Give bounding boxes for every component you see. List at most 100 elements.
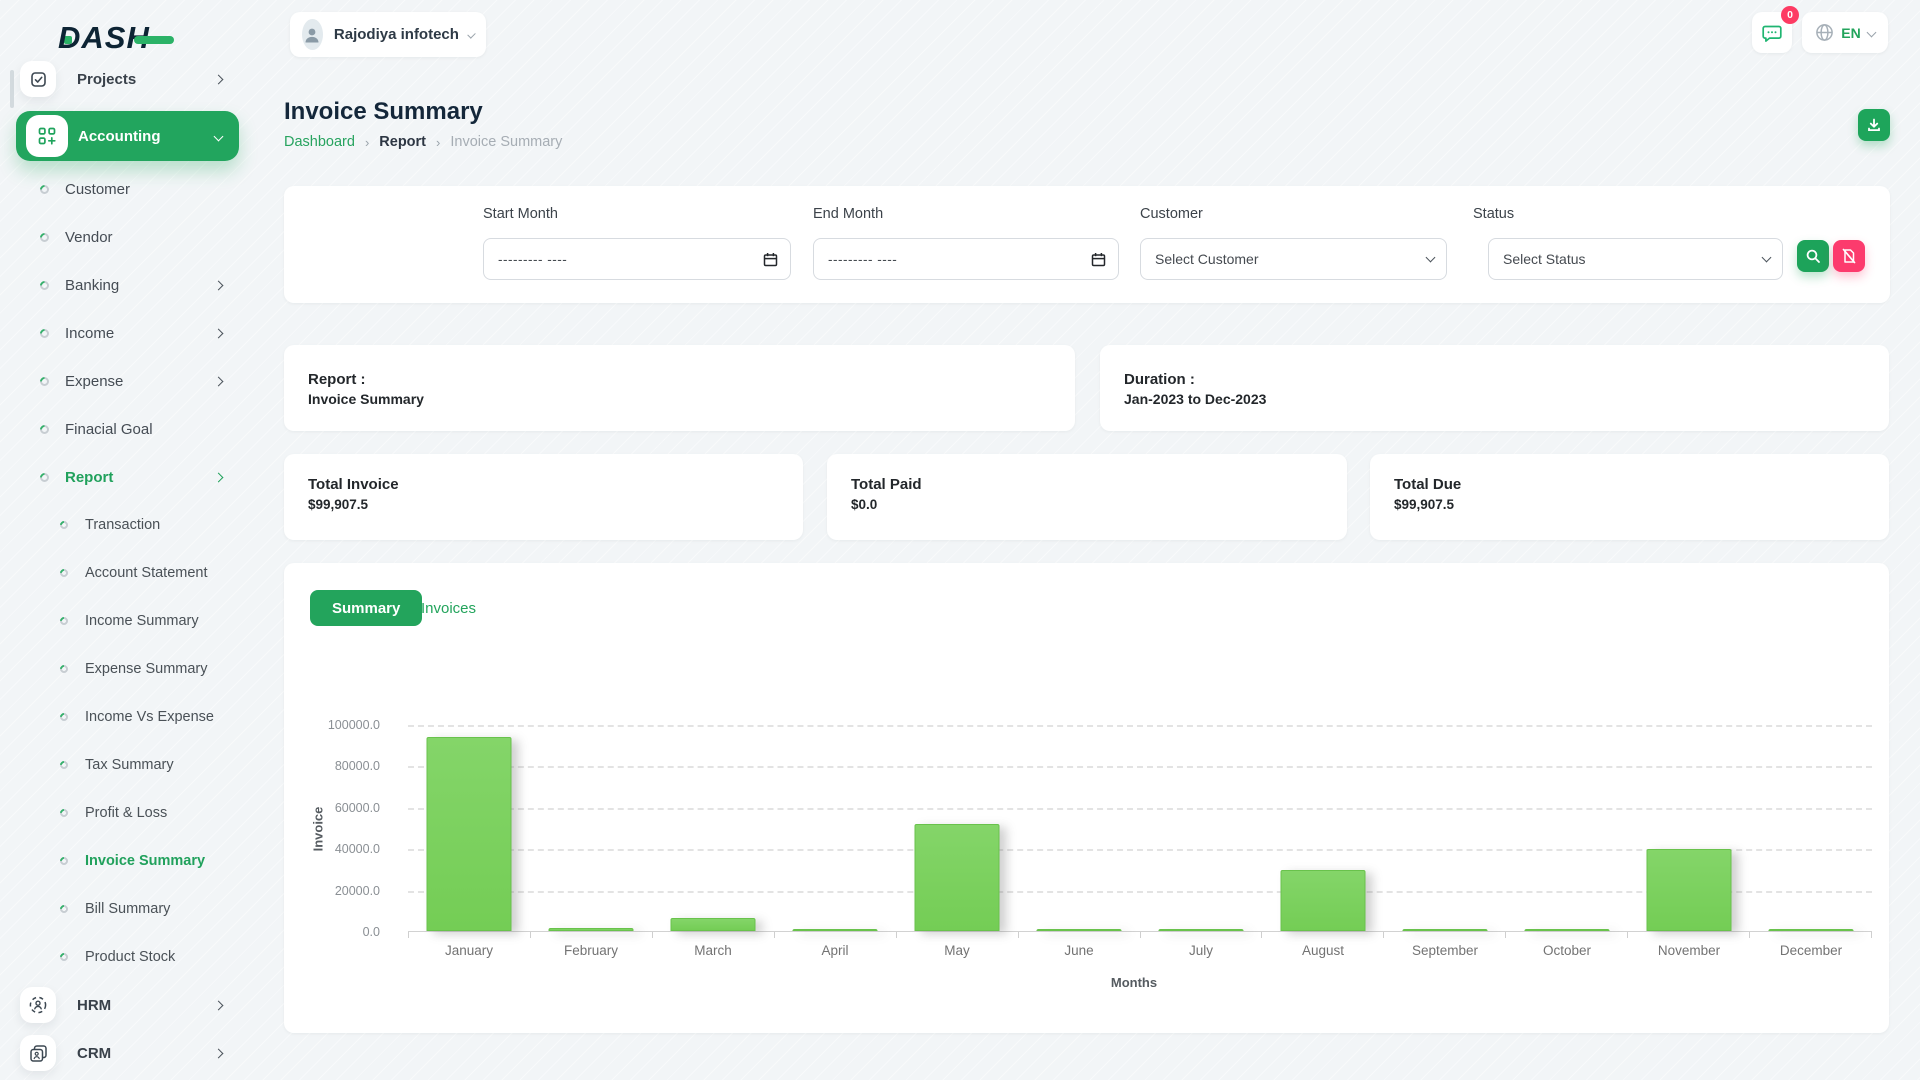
breadcrumb-dashboard-link[interactable]: Dashboard xyxy=(284,134,355,150)
y-tick-label: 60000.0 xyxy=(335,801,380,815)
sidebar-item-finacial-goal[interactable]: Finacial Goal xyxy=(0,405,258,453)
x-label-february: February xyxy=(530,943,652,958)
bar-september xyxy=(1403,929,1488,931)
breadcrumb-current: Invoice Summary xyxy=(450,134,562,150)
bullet-icon xyxy=(38,375,51,388)
customer-select[interactable]: Select Customer xyxy=(1140,238,1447,280)
reset-filter-button[interactable] xyxy=(1833,240,1865,272)
chat-icon xyxy=(1761,22,1783,44)
hrm-icon xyxy=(20,987,56,1023)
sidebar-item-report[interactable]: Report xyxy=(0,453,258,501)
crm-icon xyxy=(20,1035,56,1071)
bullet-icon xyxy=(38,231,51,244)
x-label-may: May xyxy=(896,943,1018,958)
bullet-icon xyxy=(58,855,69,866)
bar-april xyxy=(793,929,878,931)
x-label-november: November xyxy=(1628,943,1750,958)
workspace-selector[interactable]: Rajodiya infotech xyxy=(290,12,486,57)
sidebar-item-expense-summary[interactable]: Expense Summary xyxy=(0,645,258,693)
sidebar-item-label: CRM xyxy=(77,1045,111,1062)
search-icon xyxy=(1805,248,1821,264)
sidebar-item-label: Income xyxy=(65,325,114,342)
gridline xyxy=(408,766,1872,768)
x-label-january: January xyxy=(408,943,530,958)
tab-summary[interactable]: Summary xyxy=(310,590,422,626)
download-button[interactable] xyxy=(1858,109,1890,141)
avatar xyxy=(302,19,323,50)
bullet-icon xyxy=(58,567,69,578)
report-info-card: Report : Invoice Summary xyxy=(284,345,1075,431)
bar-december xyxy=(1769,929,1854,931)
total-paid-card: Total Paid $0.0 xyxy=(827,454,1347,540)
search-button[interactable] xyxy=(1797,240,1829,272)
accounting-icon xyxy=(26,115,68,157)
sidebar-item-label: Accounting xyxy=(78,128,161,145)
bar-january xyxy=(427,737,512,931)
sidebar-item-income[interactable]: Income xyxy=(0,309,258,357)
tab-invoices[interactable]: Invoices xyxy=(421,590,476,626)
bullet-icon xyxy=(58,519,69,530)
sidebar-item-tax-summary[interactable]: Tax Summary xyxy=(0,741,258,789)
bullet-icon xyxy=(58,615,69,626)
sidebar-item-bill-summary[interactable]: Bill Summary xyxy=(0,885,258,933)
start-month-input[interactable]: --------- ---- xyxy=(483,238,791,280)
end-month-label: End Month xyxy=(813,206,883,222)
sidebar-item-income-summary[interactable]: Income Summary xyxy=(0,597,258,645)
notifications-button[interactable]: 0 xyxy=(1752,12,1792,53)
sidebar-item-label: Projects xyxy=(77,71,136,88)
bar-february xyxy=(549,928,634,931)
calendar-icon xyxy=(1091,252,1106,267)
total-invoice-label: Total Invoice xyxy=(308,476,779,493)
sidebar-item-invoice-summary[interactable]: Invoice Summary xyxy=(0,837,258,885)
sidebar-item-product-stock[interactable]: Product Stock xyxy=(0,933,258,981)
chevron-right-icon xyxy=(215,372,222,390)
x-tick xyxy=(1261,932,1383,938)
sidebar-item-crm[interactable]: CRM xyxy=(0,1029,258,1077)
x-tick xyxy=(896,932,1018,938)
status-select[interactable]: Select Status xyxy=(1488,238,1783,280)
chevron-right-icon xyxy=(215,996,222,1014)
sidebar-item-label: Tax Summary xyxy=(85,757,174,773)
logo-accent-dash xyxy=(134,36,174,44)
sidebar-item-projects[interactable]: Projects xyxy=(0,55,258,103)
sidebar-item-label: HRM xyxy=(77,997,111,1014)
x-tick xyxy=(774,932,896,938)
notification-badge: 0 xyxy=(1781,6,1799,24)
reset-icon xyxy=(1841,248,1857,264)
x-label-october: October xyxy=(1506,943,1628,958)
sidebar-item-transaction[interactable]: Transaction xyxy=(0,501,258,549)
start-month-label: Start Month xyxy=(483,206,558,222)
bullet-icon xyxy=(38,327,51,340)
chart-x-axis-ticks xyxy=(408,932,1872,938)
sidebar-item-expense[interactable]: Expense xyxy=(0,357,258,405)
sidebar-item-accounting[interactable]: Accounting xyxy=(0,111,258,161)
y-tick-label: 40000.0 xyxy=(335,842,380,856)
sidebar-item-vendor[interactable]: Vendor xyxy=(0,213,258,261)
language-selector[interactable]: EN xyxy=(1802,12,1888,53)
sidebar-item-income-vs-expense[interactable]: Income Vs Expense xyxy=(0,693,258,741)
sidebar-item-label: Income Summary xyxy=(85,613,199,629)
chart-x-axis-labels: JanuaryFebruaryMarchAprilMayJuneJulyAugu… xyxy=(408,943,1872,958)
sidebar-item-banking[interactable]: Banking xyxy=(0,261,258,309)
x-label-march: March xyxy=(652,943,774,958)
chart-card: Summary Invoices 0.020000.040000.060000.… xyxy=(284,563,1889,1033)
gridline xyxy=(408,808,1872,810)
sidebar-item-customer[interactable]: Customer xyxy=(0,165,258,213)
bullet-icon xyxy=(38,471,51,484)
report-value: Invoice Summary xyxy=(308,391,1051,407)
x-label-june: June xyxy=(1018,943,1140,958)
sidebar-item-hrm[interactable]: HRM xyxy=(0,981,258,1029)
duration-label: Duration : xyxy=(1124,371,1865,388)
x-tick xyxy=(652,932,774,938)
x-label-december: December xyxy=(1750,943,1872,958)
bar-march xyxy=(671,918,756,931)
end-month-input[interactable]: --------- ---- xyxy=(813,238,1119,280)
sidebar-item-label: Income Vs Expense xyxy=(85,709,214,725)
app-logo: DASH xyxy=(64,20,174,56)
sidebar-item-profit-loss[interactable]: Profit & Loss xyxy=(0,789,258,837)
x-label-april: April xyxy=(774,943,896,958)
gridline xyxy=(408,725,1872,727)
sidebar-item-account-statement[interactable]: Account Statement xyxy=(0,549,258,597)
breadcrumb-report-link[interactable]: Report xyxy=(379,134,426,150)
sidebar-item-label: Banking xyxy=(65,277,119,294)
